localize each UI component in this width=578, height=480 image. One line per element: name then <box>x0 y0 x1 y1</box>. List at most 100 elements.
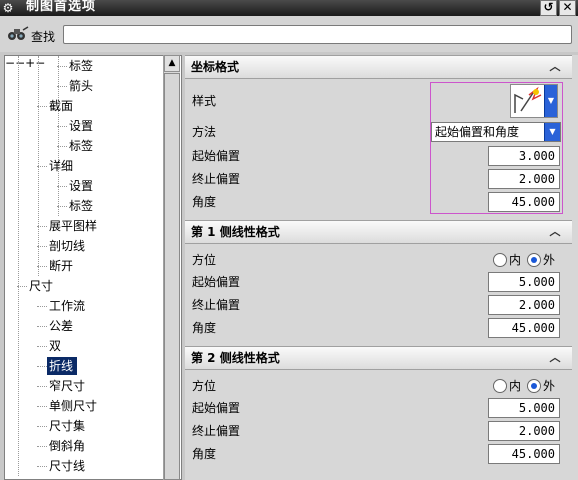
expand-icon[interactable]: + <box>25 56 35 70</box>
tree-item-label: 展平图样 <box>49 219 98 233</box>
tree-item[interactable]: 详细 <box>47 156 77 176</box>
tree-item-label: 截面 <box>49 99 74 113</box>
side2-end-offset-field[interactable]: 2.000 <box>488 421 560 441</box>
chevron-up-icon[interactable]: ︿ <box>548 351 562 365</box>
side1-outer-radio[interactable]: 外 <box>527 252 555 268</box>
tree-item-label: 单侧尺寸 <box>49 399 98 413</box>
tree-item[interactable]: 断开 <box>47 256 77 276</box>
angle-label: 角度 <box>192 447 217 461</box>
search-row: 查找 <box>0 16 578 52</box>
tree-item-label: 标签 <box>69 139 94 153</box>
end-offset-label: 终止偏置 <box>192 424 241 438</box>
side2-start-offset-field[interactable]: 5.000 <box>488 398 560 418</box>
tree-item[interactable]: 设置 <box>67 116 97 136</box>
tree-item[interactable]: 展平图样 <box>47 216 101 236</box>
collapse-icon[interactable]: − <box>15 56 25 70</box>
tree-scrollbar[interactable]: ▲ <box>163 55 180 480</box>
start-offset-field[interactable]: 3.000 <box>488 146 560 166</box>
preferences-tree: 标签 箭头 截面 − 设置 标签 详细 − 设置 标签 展平图样 + 剖切线 断开 尺寸 − 工作流 公差双折线窄… <box>4 55 182 480</box>
chevron-down-icon[interactable]: ▼ <box>544 123 560 141</box>
tree-item-label: 标签 <box>69 59 94 73</box>
tree-item[interactable]: 箭头 <box>67 76 97 96</box>
section-coord-format-header[interactable]: 坐标格式 ︿ <box>185 55 572 79</box>
tree-item-label: 设置 <box>69 179 94 193</box>
tree-item[interactable]: 标签 <box>67 56 97 76</box>
tree-item[interactable]: 标签 <box>67 196 97 216</box>
tree-connector <box>37 266 47 267</box>
tree-connector <box>37 446 47 447</box>
tree-item[interactable]: 标签 <box>67 136 97 156</box>
reset-button[interactable]: ↺ <box>540 0 557 16</box>
side1-inner-radio[interactable]: 内 <box>493 252 521 268</box>
tree-item-label: 设置 <box>69 119 94 133</box>
tree-item[interactable]: 倒斜角 <box>47 436 89 456</box>
collapse-icon[interactable]: − <box>5 56 15 70</box>
tree-connector <box>37 386 47 387</box>
style-selector[interactable]: ▼ <box>510 84 558 118</box>
tree-guide <box>18 56 19 476</box>
angle-field[interactable]: 45.000 <box>488 192 560 212</box>
tree-item-label: 折线 <box>47 357 78 375</box>
window-title: 制图首选项 <box>26 0 97 14</box>
tree-item-label: 尺寸线 <box>49 459 86 473</box>
tree-item[interactable]: 尺寸 <box>27 276 57 296</box>
tree-connector <box>37 106 47 107</box>
side1-end-offset-field[interactable]: 2.000 <box>488 295 560 315</box>
tree-item[interactable]: 折线 <box>47 356 78 376</box>
radio-circle <box>527 253 541 267</box>
tree-item[interactable]: 剖切线 <box>47 236 89 256</box>
tree-item[interactable]: 尺寸集 <box>47 416 89 436</box>
tree-item-label: 工作流 <box>49 299 86 313</box>
tree-connector <box>57 86 67 87</box>
radio-circle <box>527 379 541 393</box>
tree-connector <box>57 206 67 207</box>
gear-icon[interactable]: ⚙ <box>1 1 15 15</box>
collapse-icon[interactable]: − <box>35 56 45 70</box>
start-offset-label: 起始偏置 <box>192 401 241 415</box>
tree-connector <box>37 166 47 167</box>
method-select[interactable]: 起始偏置和角度 ▼ <box>431 122 561 142</box>
radio-label: 内 <box>509 379 522 393</box>
title-bar: ⚙ 制图首选项 ↺ ✕ <box>0 0 578 16</box>
side2-outer-radio[interactable]: 外 <box>527 378 555 394</box>
tree-item[interactable]: 工作流 <box>47 296 89 316</box>
angle-label: 角度 <box>192 195 217 209</box>
tree-item-label: 尺寸 <box>29 279 54 293</box>
side1-angle-field[interactable]: 45.000 <box>488 318 560 338</box>
section-coord-format-title: 坐标格式 <box>191 60 240 74</box>
tree-item-label: 尺寸集 <box>49 419 86 433</box>
section-side2-title: 第 2 侧线性格式 <box>191 351 280 365</box>
scroll-up-button[interactable]: ▲ <box>164 55 180 72</box>
tree-item[interactable]: 窄尺寸 <box>47 376 89 396</box>
scroll-thumb[interactable] <box>164 73 180 480</box>
side2-inner-radio[interactable]: 内 <box>493 378 521 394</box>
tree-item[interactable]: 单侧尺寸 <box>47 396 101 416</box>
tree-connector <box>37 246 47 247</box>
chevron-up-icon[interactable]: ︿ <box>548 225 562 239</box>
tree-item[interactable]: 尺寸线 <box>47 456 89 476</box>
start-offset-label: 起始偏置 <box>192 275 241 289</box>
side1-start-offset-field[interactable]: 5.000 <box>488 272 560 292</box>
radio-circle <box>493 253 507 267</box>
chevron-down-icon[interactable]: ▼ <box>544 85 557 117</box>
tree-item[interactable]: 设置 <box>67 176 97 196</box>
section-side2-header[interactable]: 第 2 侧线性格式 ︿ <box>185 346 572 370</box>
section-side1-header[interactable]: 第 1 侧线性格式 ︿ <box>185 220 572 244</box>
tree-connector <box>57 186 67 187</box>
tree-item[interactable]: 双 <box>47 336 65 356</box>
tree-item[interactable]: 截面 <box>47 96 77 116</box>
tree-connector <box>37 346 47 347</box>
tree-item[interactable]: 公差 <box>47 316 77 336</box>
tree-connector <box>57 126 67 127</box>
tree-item-label: 双 <box>49 339 62 353</box>
end-offset-field[interactable]: 2.000 <box>488 169 560 189</box>
chevron-up-icon[interactable]: ︿ <box>548 60 562 74</box>
tree-item-label: 剖切线 <box>49 239 86 253</box>
tree-item-label: 窄尺寸 <box>49 379 86 393</box>
side2-angle-field[interactable]: 45.000 <box>488 444 560 464</box>
start-offset-label: 起始偏置 <box>192 149 241 163</box>
search-input[interactable] <box>63 25 572 44</box>
close-button[interactable]: ✕ <box>559 0 576 16</box>
tree-connector <box>37 226 47 227</box>
orientation-label: 方位 <box>192 253 217 267</box>
